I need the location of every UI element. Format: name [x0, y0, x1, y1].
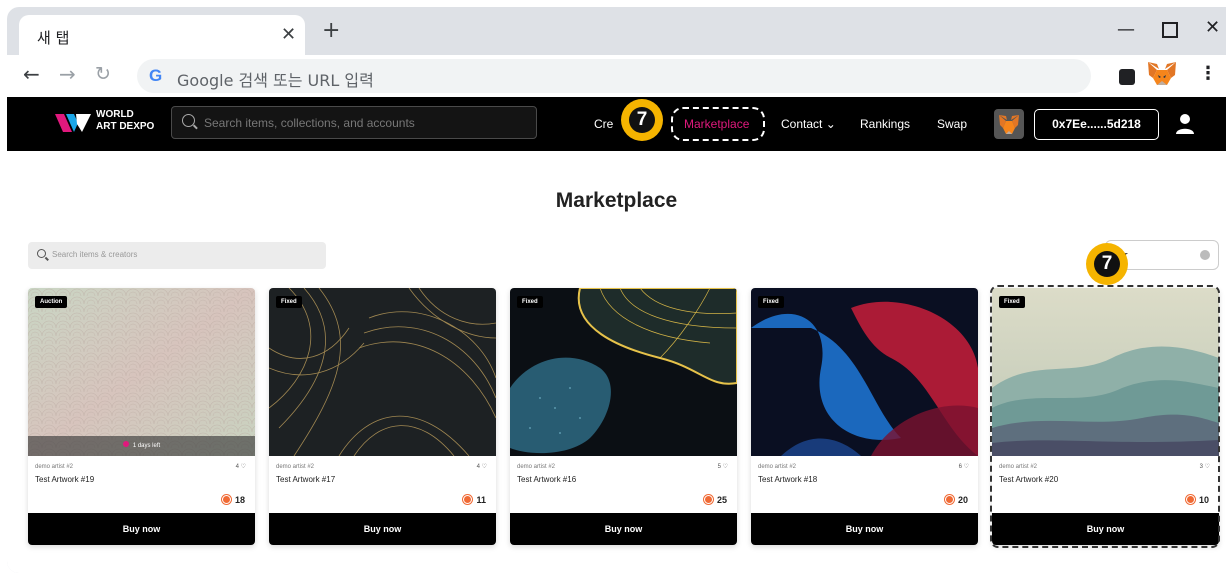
artwork-card[interactable]: Fixed demo artist #2 4 ♡ Test Artwork #1…: [269, 288, 496, 545]
nav-create[interactable]: Cre: [594, 117, 613, 131]
address-placeholder: Google 검색 또는 URL 입력: [177, 71, 374, 90]
new-tab-button[interactable]: +: [322, 20, 340, 42]
clock-icon: [122, 441, 129, 447]
page-title: Marketplace: [555, 189, 678, 212]
tab-strip: 새 탭 ✕ + — ✕: [7, 7, 1226, 55]
filter-clear-icon[interactable]: [1200, 250, 1210, 260]
logo-text: WORLD ART DEXPO: [96, 109, 154, 133]
search-icon: [182, 114, 195, 127]
callout-badge-7: 7: [1086, 243, 1128, 285]
sale-type-badge: Fixed: [276, 296, 302, 308]
like-count[interactable]: 4 ♡: [236, 463, 246, 470]
address-bar[interactable]: G Google 검색 또는 URL 입력: [137, 59, 1091, 93]
price: 20: [944, 495, 968, 505]
artwork-card[interactable]: Auction 1 days left demo artist #2 4 ♡ T…: [28, 288, 255, 545]
callout-number: 7: [1094, 251, 1120, 277]
callout-badge-7: 7: [621, 99, 663, 141]
price: 25: [703, 495, 727, 505]
marketplace-search-input[interactable]: Search items & creators: [28, 242, 326, 269]
artist-name[interactable]: demo artist #2: [758, 464, 796, 470]
browser-toolbar: ← → ↻ G Google 검색 또는 URL 입력 ⋮: [7, 55, 1226, 97]
price: 18: [221, 495, 245, 505]
world-art-dexpo-logo-icon[interactable]: [55, 110, 91, 136]
buy-now-button[interactable]: Buy now: [269, 513, 496, 545]
website: WORLD ART DEXPO Search items, collection…: [7, 97, 1226, 573]
google-icon: G: [149, 66, 163, 85]
sale-type-badge: Fixed: [517, 296, 543, 308]
price: 11: [463, 495, 486, 505]
price-value: 20: [957, 495, 968, 505]
logo-line-2: ART DEXPO: [96, 121, 155, 132]
artwork-image[interactable]: [751, 288, 978, 456]
artwork-card[interactable]: Fixed demo artist #2 6 ♡ Test Artwork #1…: [751, 288, 978, 545]
timer-text: 1 days left: [132, 443, 161, 449]
nav-swap[interactable]: Swap: [937, 117, 967, 131]
artist-name[interactable]: demo artist #2: [35, 464, 73, 470]
user-profile-icon[interactable]: [1175, 113, 1195, 135]
tab-close-icon[interactable]: ✕: [281, 24, 296, 45]
metamask-fox-icon[interactable]: [1145, 61, 1179, 87]
nav-rankings[interactable]: Rankings: [860, 117, 910, 131]
browser-window: 새 탭 ✕ + — ✕ ← → ↻ G Google 검색 또는 URL 입력 …: [7, 7, 1226, 573]
auction-timer: 1 days left: [28, 436, 255, 456]
price-value: 25: [716, 495, 727, 505]
search-icon: [37, 249, 46, 258]
tab-new[interactable]: 새 탭 ✕: [19, 15, 305, 55]
like-count[interactable]: 5 ♡: [718, 463, 728, 470]
extensions-puzzle-icon[interactable]: [1119, 69, 1135, 85]
metamask-button[interactable]: [994, 109, 1024, 139]
header-search-input[interactable]: Search items, collections, and accounts: [171, 106, 537, 139]
price-value: 11: [476, 495, 486, 505]
marketplace-search-placeholder: Search items & creators: [52, 250, 138, 259]
token-icon: [463, 495, 473, 504]
artist-name[interactable]: demo artist #2: [276, 464, 314, 470]
token-icon: [703, 495, 713, 504]
artwork-image[interactable]: [510, 288, 737, 456]
nav-contact[interactable]: Contact ⌄: [781, 117, 836, 131]
reload-icon[interactable]: ↻: [95, 64, 111, 84]
metamask-fox-icon: [999, 115, 1019, 134]
marketplace-highlight-outline: [671, 107, 765, 141]
buy-now-button[interactable]: Buy now: [28, 513, 255, 545]
logo-line-1: WORLD: [96, 109, 134, 120]
window-maximize-button[interactable]: [1162, 22, 1178, 38]
header-search-placeholder: Search items, collections, and accounts: [204, 116, 415, 130]
back-arrow-icon[interactable]: ←: [23, 64, 40, 84]
token-icon: [944, 495, 954, 504]
like-count[interactable]: 6 ♡: [959, 463, 969, 470]
forward-arrow-icon[interactable]: →: [59, 64, 76, 84]
sale-type-badge: Fixed: [758, 296, 784, 308]
buy-now-button[interactable]: Buy now: [751, 513, 978, 545]
browser-menu-icon[interactable]: ⋮: [1199, 63, 1217, 84]
window-minimize-button[interactable]: —: [1117, 19, 1135, 40]
token-icon: [221, 495, 231, 504]
artwork-title[interactable]: Test Artwork #17: [276, 475, 335, 484]
artwork-image[interactable]: [269, 288, 496, 456]
artwork-title[interactable]: Test Artwork #19: [35, 475, 94, 484]
tab-title: 새 탭: [37, 29, 70, 47]
artwork-title[interactable]: Test Artwork #18: [758, 475, 817, 484]
artist-name[interactable]: demo artist #2: [517, 464, 555, 470]
wallet-address-button[interactable]: 0x7Ee......5d218: [1034, 109, 1159, 140]
buy-now-button[interactable]: Buy now: [510, 513, 737, 545]
artwork-image[interactable]: [28, 288, 255, 456]
window-close-button[interactable]: ✕: [1205, 17, 1220, 38]
callout-number: 7: [629, 107, 655, 133]
price-value: 18: [234, 495, 245, 505]
like-count[interactable]: 4 ♡: [477, 463, 487, 470]
artwork-card[interactable]: Fixed demo artist #2 5 ♡ Test Artwork #1…: [510, 288, 737, 545]
artwork-title[interactable]: Test Artwork #16: [517, 475, 576, 484]
site-header: WORLD ART DEXPO Search items, collection…: [7, 97, 1226, 151]
card-highlight-outline: [990, 285, 1220, 548]
sale-type-badge: Auction: [35, 296, 68, 308]
